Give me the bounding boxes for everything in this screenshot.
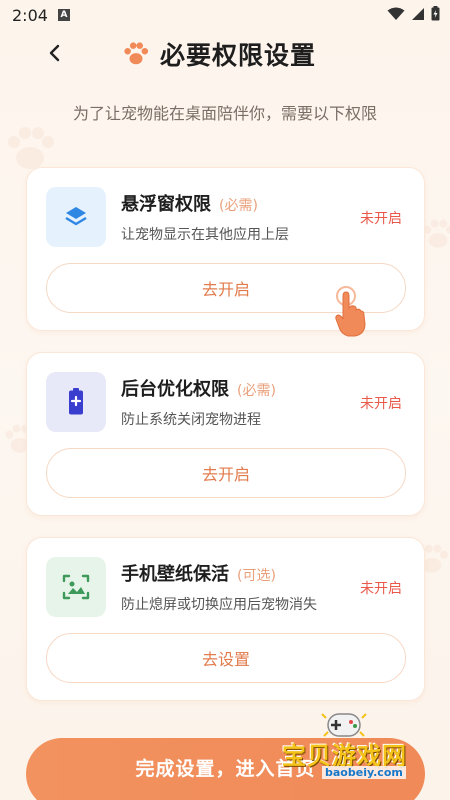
card-tag: (必需)	[219, 198, 258, 214]
card-title: 后台优化权限	[121, 379, 229, 400]
watermark-url: baobeiy.com	[322, 766, 406, 779]
watermark: 宝贝游戏网 baobeiy.com	[276, 706, 426, 786]
page-title: 必要权限设置	[160, 41, 317, 70]
enable-background-button[interactable]: 去开启	[46, 448, 406, 498]
card-tag: (必需)	[237, 383, 276, 399]
wallpaper-icon	[62, 574, 90, 600]
permission-card-wallpaper: 手机壁纸保活 (可选) 防止熄屏或切换应用后宠物消失 未开启 去设置	[26, 537, 425, 701]
status-time: 2:04	[12, 5, 48, 25]
status-badge: 未开启	[360, 211, 402, 227]
header: 必要权限设置	[0, 34, 450, 74]
card-icon-container	[46, 372, 106, 432]
card-title: 手机壁纸保活	[121, 564, 229, 585]
chevron-left-icon	[49, 44, 60, 62]
permission-card-background: 后台优化权限 (必需) 防止系统关闭宠物进程 未开启 去开启	[26, 352, 425, 516]
card-title: 悬浮窗权限	[121, 194, 211, 215]
card-description: 让宠物显示在其他应用上层	[121, 227, 289, 243]
status-badge: 未开启	[360, 396, 402, 412]
status-badge: 未开启	[360, 581, 402, 597]
page-subtitle: 为了让宠物能在桌面陪伴你，需要以下权限	[72, 104, 377, 123]
back-button[interactable]	[40, 38, 70, 68]
card-tag: (可选)	[237, 568, 276, 584]
battery-status-icon	[431, 6, 440, 21]
signal-icon	[412, 7, 424, 20]
app-notification-icon: A	[57, 9, 70, 21]
status-bar: 2:04 A	[0, 0, 450, 30]
card-icon-container	[46, 187, 106, 247]
wifi-icon	[387, 7, 405, 20]
card-description: 防止熄屏或切换应用后宠物消失	[121, 597, 317, 613]
paw-icon	[124, 42, 149, 65]
card-description: 防止系统关闭宠物进程	[121, 412, 261, 428]
layers-icon	[65, 207, 87, 226]
tap-hand-icon	[335, 286, 366, 337]
card-icon-container	[46, 557, 106, 617]
battery-icon	[69, 388, 83, 415]
wallpaper-settings-button[interactable]: 去设置	[46, 633, 406, 683]
